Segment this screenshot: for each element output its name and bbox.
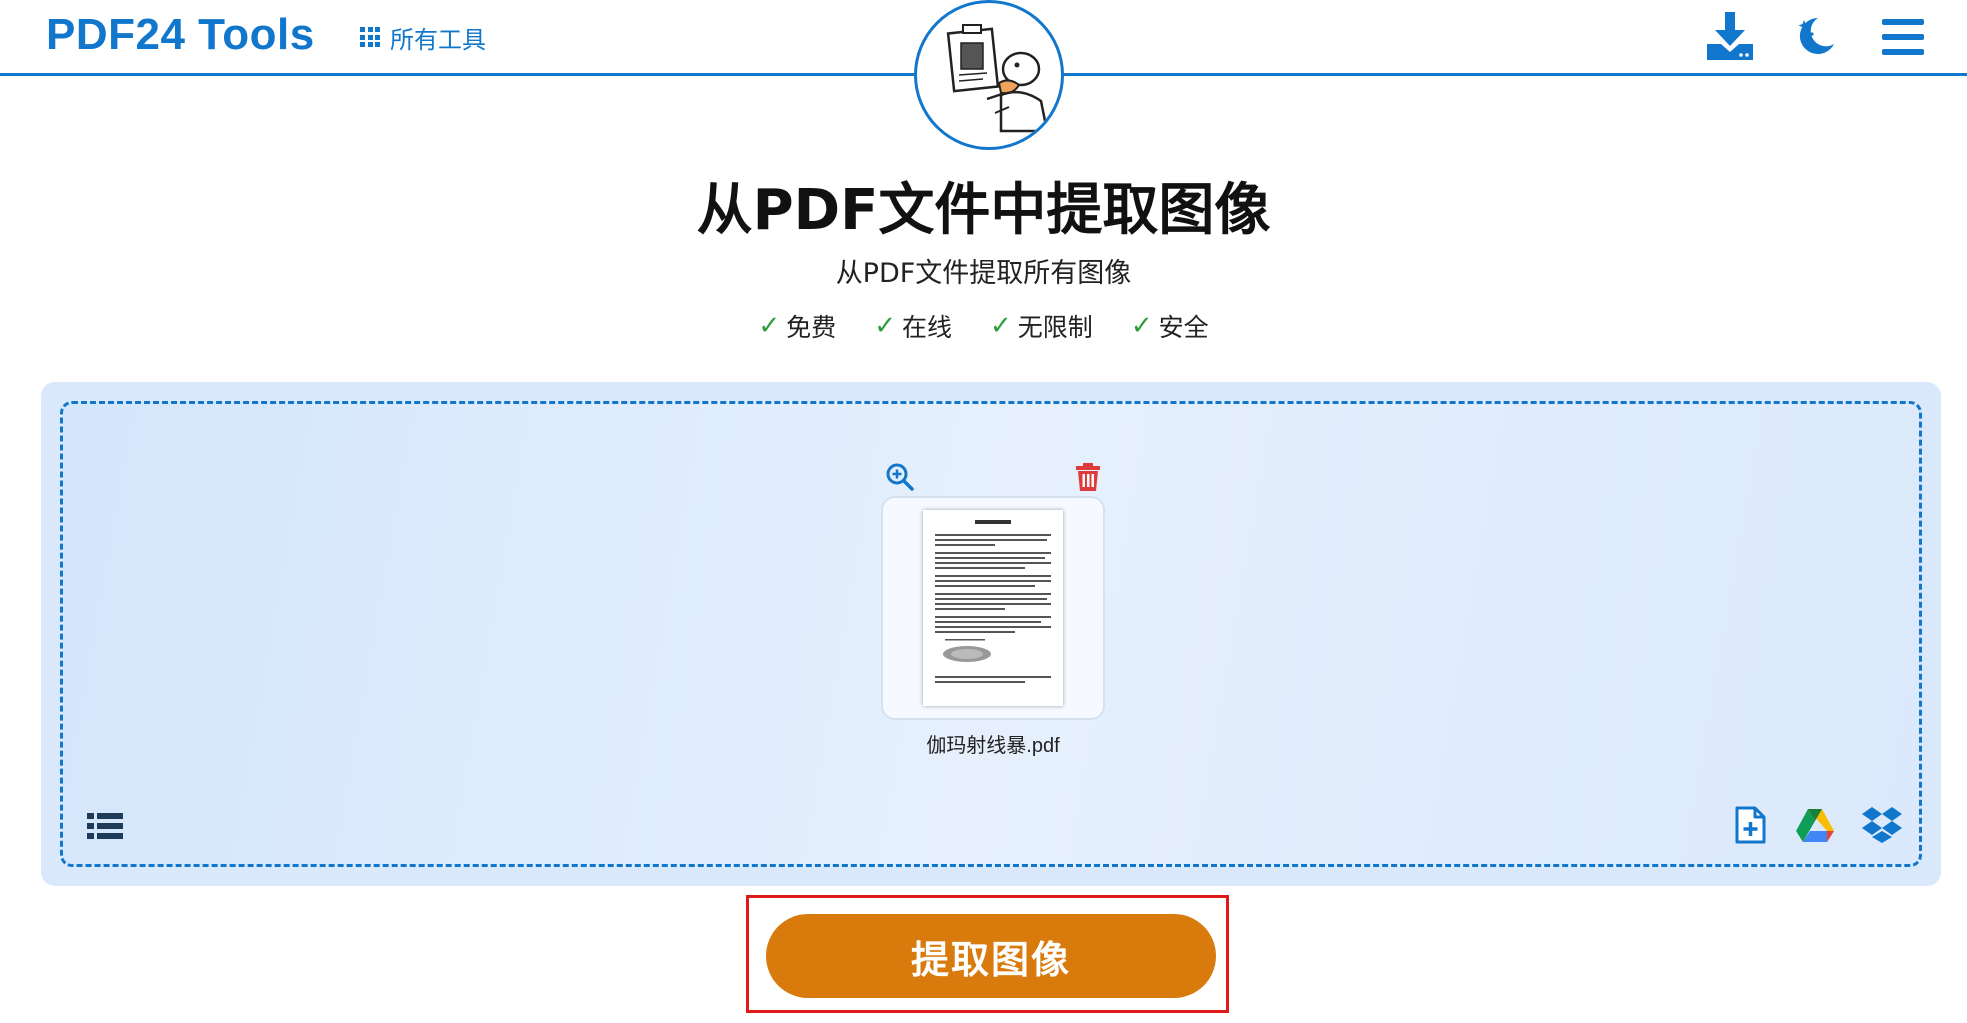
add-file-icon[interactable] bbox=[1729, 804, 1771, 846]
all-tools-label: 所有工具 bbox=[390, 25, 486, 54]
site-logo[interactable]: PDF24 Tools bbox=[46, 10, 315, 60]
grid-icon bbox=[360, 27, 380, 47]
google-drive-icon[interactable] bbox=[1794, 804, 1836, 846]
download-icon[interactable] bbox=[1703, 10, 1757, 64]
zoom-in-icon[interactable] bbox=[883, 460, 917, 494]
thumbnail-drawing bbox=[935, 520, 1051, 683]
feature-list: ✓ 免费 ✓ 在线 ✓ 无限制 ✓ 安全 bbox=[0, 308, 1967, 344]
feature-item: ✓ 免费 bbox=[758, 308, 836, 344]
check-icon: ✓ bbox=[874, 311, 896, 341]
feature-item: ✓ 在线 bbox=[874, 308, 952, 344]
trash-icon[interactable] bbox=[1071, 460, 1105, 494]
feature-label: 免费 bbox=[786, 313, 837, 342]
theme-toggle-icon[interactable] bbox=[1788, 10, 1842, 64]
file-card[interactable] bbox=[881, 496, 1105, 720]
check-icon: ✓ bbox=[990, 311, 1012, 341]
feature-label: 安全 bbox=[1158, 313, 1209, 342]
pdf-page-thumbnail bbox=[923, 510, 1063, 706]
upload-panel: 伽玛射线暴.pdf bbox=[41, 382, 1941, 886]
file-drop-zone[interactable]: 伽玛射线暴.pdf bbox=[60, 401, 1922, 867]
file-name: 伽玛射线暴.pdf bbox=[926, 735, 1060, 757]
page-title: 从PDF文件中提取图像 bbox=[696, 178, 1271, 243]
feature-label: 无限制 bbox=[1017, 313, 1093, 342]
all-tools-link[interactable]: 所有工具 bbox=[360, 20, 486, 54]
list-view-icon[interactable] bbox=[85, 808, 125, 844]
page: PDF24 Tools 所有工具 从PDF文件中提取图像 从PDF文件提取所有图… bbox=[0, 0, 1967, 1023]
check-icon: ✓ bbox=[758, 311, 781, 341]
page-subtitle: 从PDF文件提取所有图像 bbox=[835, 258, 1132, 289]
feature-label: 在线 bbox=[901, 313, 952, 342]
check-icon: ✓ bbox=[1130, 311, 1153, 341]
feature-item: ✓ 安全 bbox=[1131, 308, 1209, 344]
dropbox-icon[interactable] bbox=[1861, 804, 1903, 846]
extract-images-button[interactable]: 提取图像 bbox=[766, 914, 1216, 998]
mascot-drawing bbox=[946, 24, 1049, 133]
feature-item: ✓ 无限制 bbox=[990, 308, 1093, 344]
menu-icon[interactable] bbox=[1876, 10, 1930, 64]
mascot-illustration bbox=[914, 0, 1064, 150]
